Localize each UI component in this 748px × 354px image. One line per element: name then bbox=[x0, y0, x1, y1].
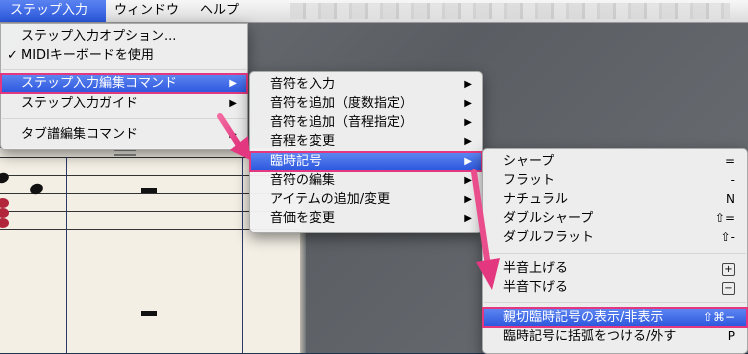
minus-key-icon: − bbox=[722, 282, 735, 295]
ledger-line bbox=[114, 154, 136, 156]
menu-separator bbox=[2, 69, 246, 70]
step-input-edit-submenu: 音符を入力 ▶ 音符を追加（度数指定） ▶ 音符を追加（音程指定） ▶ 音程を変… bbox=[249, 71, 483, 233]
menu-item-tab-edit-commands[interactable]: タブ譜編集コマンド ▶ bbox=[1, 125, 247, 144]
menu-item-step-input-guide[interactable]: ステップ入力ガイド ▶ bbox=[1, 94, 247, 113]
shortcut-label: = bbox=[724, 154, 735, 168]
menu-item-double-sharp[interactable]: ダブルシャープ ⇧= bbox=[483, 209, 747, 228]
menu-item-double-flat[interactable]: ダブルフラット ⇧- bbox=[483, 228, 747, 247]
menu-item-add-note-degree[interactable]: 音符を追加（度数指定） ▶ bbox=[250, 94, 482, 113]
shortcut-label: ⇧= bbox=[714, 211, 735, 225]
shortcut-label: + bbox=[722, 259, 735, 278]
menu-item-add-note-interval[interactable]: 音符を追加（音程指定） ▶ bbox=[250, 113, 482, 132]
plus-key-icon: + bbox=[722, 263, 735, 276]
submenu-arrow-icon: ▶ bbox=[229, 98, 237, 109]
callout-arrow-icon bbox=[471, 169, 500, 290]
shortcut-label: ⇧⌘− bbox=[702, 310, 735, 324]
menu-item-label: MIDIキーボードを使用 bbox=[21, 48, 154, 63]
menu-item-use-midi-keyboard[interactable]: ✓ MIDIキーボードを使用 bbox=[1, 46, 247, 65]
menu-item-label: ステップ入力オプション... bbox=[21, 29, 177, 44]
menu-item-enter-note[interactable]: 音符を入力 ▶ bbox=[250, 75, 482, 94]
whole-rest bbox=[141, 311, 157, 316]
menu-item-label: 音符を追加（度数指定） bbox=[270, 96, 414, 111]
menu-item-step-input-options[interactable]: ステップ入力オプション... bbox=[1, 27, 247, 46]
menu-item-label: ダブルフラット bbox=[503, 230, 595, 245]
menu-separator bbox=[484, 302, 746, 303]
submenu-arrow-icon: ▶ bbox=[229, 78, 237, 89]
menu-item-step-input-edit-commands[interactable]: ステップ入力編集コマンド ▶ bbox=[0, 73, 248, 94]
note-head bbox=[0, 171, 11, 185]
selected-note[interactable] bbox=[0, 218, 9, 228]
menu-separator bbox=[484, 253, 746, 254]
barline bbox=[242, 157, 243, 353]
menu-help[interactable]: ヘルプ bbox=[190, 0, 249, 22]
menu-item-label: ステップ入力編集コマンド bbox=[21, 76, 178, 91]
menu-item-edit-note[interactable]: 音符の編集 ▶ bbox=[250, 171, 482, 190]
menu-item-label: シャープ bbox=[503, 154, 555, 169]
menu-item-label: ナチュラル bbox=[503, 192, 569, 207]
selected-note[interactable] bbox=[0, 208, 9, 218]
shortcut-label: - bbox=[730, 173, 735, 187]
shortcut-label: − bbox=[722, 278, 735, 297]
menu-item-label: 半音上げる bbox=[503, 261, 569, 276]
menu-item-change-duration[interactable]: 音価を変更 ▶ bbox=[250, 209, 482, 228]
menu-item-semitone-down[interactable]: 半音下げる − bbox=[483, 278, 747, 297]
shortcut-label: ⇧- bbox=[720, 230, 735, 244]
accidentals-submenu: シャープ = フラット - ナチュラル N ダブルシャープ ⇧= ダブルフラット… bbox=[482, 148, 748, 354]
submenu-arrow-icon: ▶ bbox=[464, 79, 472, 90]
menu-item-label: 音符を追加（音程指定） bbox=[270, 115, 414, 130]
menu-item-sharp[interactable]: シャープ = bbox=[483, 152, 747, 171]
menu-bar: ステップ入力 ウィンドウ ヘルプ bbox=[0, 0, 748, 23]
checkmark-icon: ✓ bbox=[7, 48, 18, 63]
menu-item-label: 臨時記号 bbox=[270, 154, 323, 169]
menu-item-label: フラット bbox=[503, 173, 556, 188]
menu-step-input[interactable]: ステップ入力 bbox=[0, 0, 106, 22]
menu-item-toggle-courtesy-accidentals[interactable]: 親切臨時記号の表示/非表示 ⇧⌘− bbox=[482, 307, 748, 328]
barline bbox=[66, 157, 67, 353]
shortcut-label: P bbox=[727, 329, 735, 343]
menu-item-label: ダブルシャープ bbox=[503, 211, 594, 226]
menu-item-semitone-up[interactable]: 半音上げる + bbox=[483, 259, 747, 278]
menu-item-label: 音価を変更 bbox=[270, 211, 336, 226]
menu-separator bbox=[2, 118, 246, 119]
whole-rest bbox=[141, 188, 157, 193]
menu-item-toggle-parentheses[interactable]: 臨時記号に括弧をつける/外す P bbox=[483, 327, 747, 346]
menu-item-label: タブ譜編集コマンド bbox=[21, 127, 139, 142]
menu-item-natural[interactable]: ナチュラル N bbox=[483, 190, 747, 209]
menu-item-change-pitch[interactable]: 音程を変更 ▶ bbox=[250, 132, 482, 151]
submenu-arrow-icon: ▶ bbox=[464, 136, 472, 147]
menu-item-accidentals[interactable]: 臨時記号 ▶ bbox=[249, 151, 483, 172]
menu-item-add-change-item[interactable]: アイテムの追加/変更 ▶ bbox=[250, 190, 482, 209]
selected-note[interactable] bbox=[0, 198, 9, 208]
callout-arrow-icon bbox=[217, 113, 250, 160]
menu-item-label: ステップ入力ガイド bbox=[21, 96, 139, 111]
menu-item-label: 親切臨時記号の表示/非表示 bbox=[503, 310, 664, 325]
menu-window[interactable]: ウィンドウ bbox=[104, 0, 189, 22]
submenu-arrow-icon: ▶ bbox=[464, 117, 472, 128]
submenu-arrow-icon: ▶ bbox=[464, 98, 472, 109]
step-input-menu: ステップ入力オプション... ✓ MIDIキーボードを使用 ステップ入力編集コマ… bbox=[0, 23, 248, 150]
menu-item-label: 音程を変更 bbox=[270, 134, 336, 149]
menu-item-label: 半音下げる bbox=[503, 280, 569, 295]
menu-item-label: 音符を入力 bbox=[270, 77, 336, 92]
shortcut-label: N bbox=[726, 192, 735, 206]
menu-item-label: 臨時記号に括弧をつける/外す bbox=[503, 329, 677, 344]
menu-item-label: アイテムの追加/変更 bbox=[270, 192, 391, 207]
blurred-menubar-items bbox=[290, 3, 730, 19]
menu-item-label: 音符の編集 bbox=[270, 173, 336, 188]
menu-item-flat[interactable]: フラット - bbox=[483, 171, 747, 190]
